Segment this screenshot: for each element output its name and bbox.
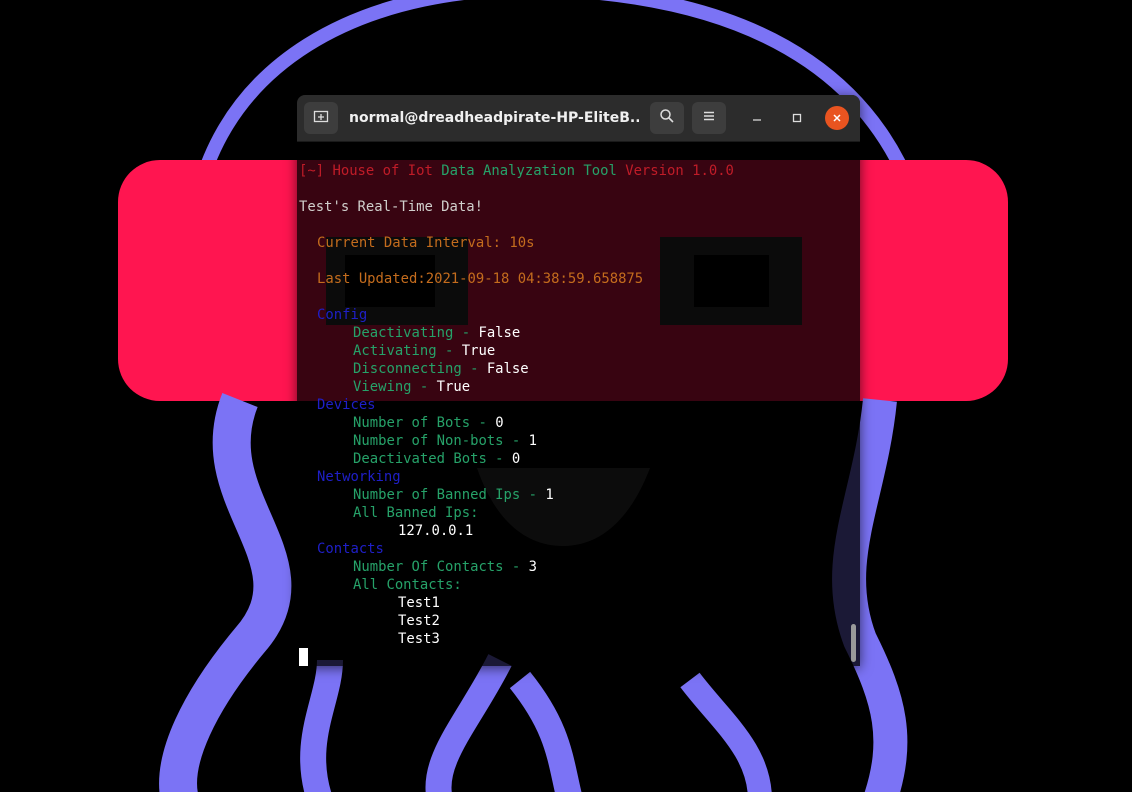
window-title: normal@dreadheadpirate-HP-EliteB...	[349, 110, 639, 126]
contacts-count-line: Number Of Contacts - 3	[353, 558, 537, 576]
contact-item: Test2	[398, 613, 440, 629]
contacts-all-label: All Contacts:	[353, 577, 462, 593]
config-value: True	[436, 379, 471, 395]
contacts-heading: Contacts	[317, 541, 384, 557]
search-button[interactable]	[650, 102, 684, 134]
close-button[interactable]	[825, 106, 849, 130]
maximize-button[interactable]	[785, 106, 809, 130]
new-tab-button[interactable]	[304, 102, 338, 134]
config-value: False	[486, 361, 529, 377]
config-viewing-line: Viewing - True	[353, 378, 470, 396]
devices-heading: Devices	[317, 397, 376, 413]
separator: -	[453, 325, 479, 341]
header-name: House of Iot	[332, 163, 433, 179]
networking-key: Number of Banned Ips	[353, 487, 521, 503]
separator: -	[520, 487, 546, 503]
separator: -	[411, 379, 437, 395]
separator: -	[470, 415, 496, 431]
subtitle-line: Test's Real-Time Data!	[299, 199, 483, 215]
config-key: Activating	[353, 343, 437, 359]
menu-button[interactable]	[692, 102, 726, 134]
new-tab-icon	[313, 108, 329, 128]
devices-value: 0	[495, 415, 504, 431]
header-tool: Data Analyzation Tool	[441, 163, 617, 179]
header-version: Version 1.0.0	[625, 163, 734, 179]
contacts-value: 3	[528, 559, 538, 575]
devices-value: 0	[511, 451, 521, 467]
devices-bots-line: Number of Bots - 0	[353, 414, 504, 432]
devices-value: 1	[528, 433, 538, 449]
networking-all-banned-label: All Banned Ips:	[353, 505, 479, 521]
config-heading: Config	[317, 307, 368, 323]
title-bar[interactable]: normal@dreadheadpirate-HP-EliteB...	[297, 95, 860, 142]
contact-item: Test1	[398, 595, 440, 611]
networking-value: 1	[545, 487, 554, 503]
text-cursor	[299, 648, 308, 666]
terminal-screen[interactable]: [~] House of Iot Data Analyzation Tool V…	[297, 141, 860, 666]
config-key: Viewing	[353, 379, 412, 395]
networking-heading: Networking	[317, 469, 401, 485]
networking-banned-count-line: Number of Banned Ips - 1	[353, 486, 554, 504]
tool-header-line: [~] House of Iot Data Analyzation Tool V…	[299, 162, 734, 180]
devices-key: Deactivated Bots	[353, 451, 487, 467]
banned-ip-item: 127.0.0.1	[398, 523, 474, 539]
config-activating-line: Activating - True	[353, 342, 495, 360]
separator: -	[461, 361, 487, 377]
config-deactivating-line: Deactivating - False	[353, 324, 520, 342]
minimize-button[interactable]	[745, 106, 769, 130]
maximize-icon	[791, 109, 803, 128]
devices-key: Number of Bots	[353, 415, 471, 431]
search-icon	[659, 108, 675, 128]
separator: -	[486, 451, 512, 467]
minimize-icon	[751, 109, 763, 128]
devices-key: Number of Non-bots	[353, 433, 504, 449]
contacts-key: Number Of Contacts	[353, 559, 504, 575]
config-key: Disconnecting	[353, 361, 462, 377]
scrollbar-thumb[interactable]	[851, 624, 856, 662]
terminal-window: normal@dreadheadpirate-HP-EliteB... [~] …	[297, 95, 860, 666]
config-value: True	[461, 343, 496, 359]
contact-item: Test3	[398, 631, 440, 647]
header-prefix: [~]	[299, 163, 325, 179]
config-value: False	[478, 325, 521, 341]
config-key: Deactivating	[353, 325, 454, 341]
separator: -	[436, 343, 462, 359]
devices-non-bots-line: Number of Non-bots - 1	[353, 432, 537, 450]
separator: -	[503, 559, 529, 575]
hamburger-menu-icon	[701, 108, 717, 128]
config-disconnecting-line: Disconnecting - False	[353, 360, 529, 378]
separator: -	[503, 433, 529, 449]
close-icon	[831, 109, 843, 128]
interval-line: Current Data Interval: 10s	[317, 235, 535, 251]
devices-deactivated-line: Deactivated Bots - 0	[353, 450, 520, 468]
updated-line: Last Updated:2021-09-18 04:38:59.658875	[317, 271, 644, 287]
